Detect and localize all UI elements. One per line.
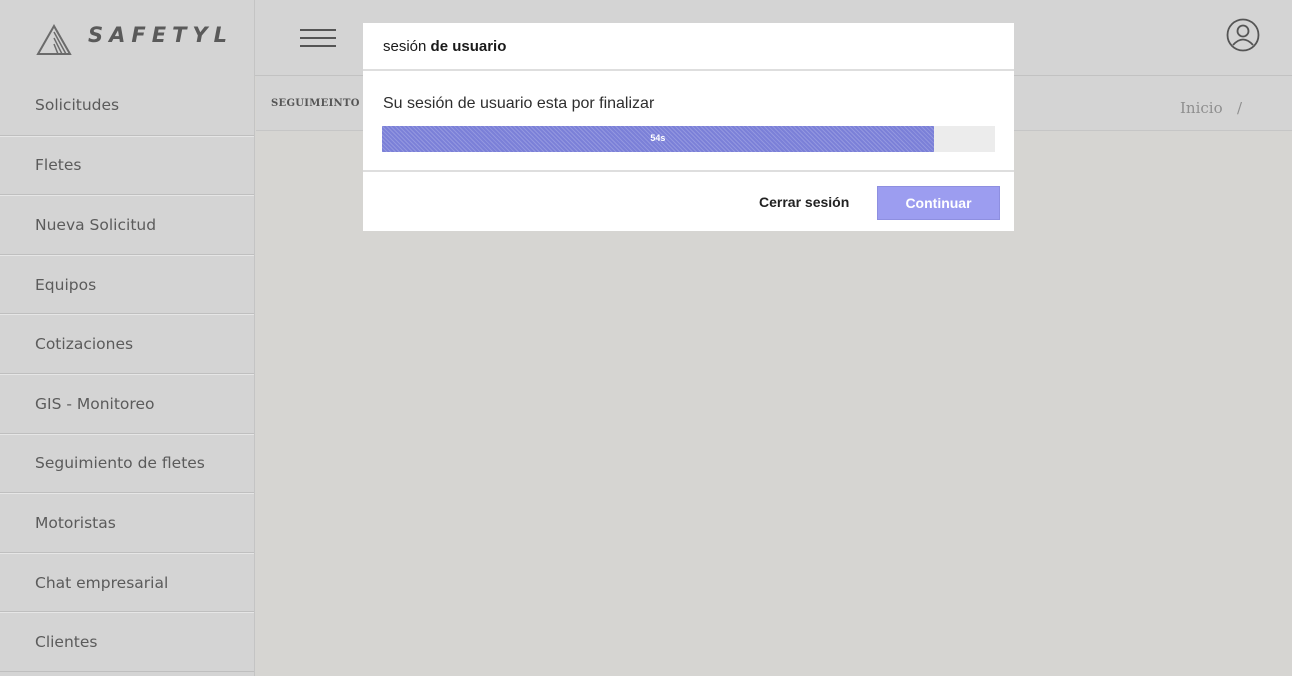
breadcrumb-home-label: Inicio [1180,99,1223,117]
sidebar: Solicitudes Fletes Nueva Solicitud Equip… [0,76,255,676]
dialog-title: sesión de usuario [383,38,506,55]
breadcrumb-home-link[interactable]: Inicio / [1180,99,1242,117]
dialog-body: Su sesión de usuario esta por finalizar … [363,73,1014,172]
session-progress-fill: 54s [382,126,934,152]
session-timeout-dialog: sesión de usuario Su sesión de usuario e… [363,23,1014,231]
brand-name: SAFETYL [88,23,233,47]
sidebar-item-nueva-solicitud[interactable]: Nueva Solicitud [0,195,254,255]
dialog-footer: Cerrar sesión Continuar [363,174,1014,231]
dialog-title-prefix: sesión [383,38,427,55]
sidebar-item-motoristas[interactable]: Motoristas [0,493,254,553]
dialog-title-bold: de usuario [430,38,507,55]
sidebar-item-clientes[interactable]: Clientes [0,612,254,672]
session-progress-bar: 54s [382,126,995,152]
sidebar-item-chat-empresarial[interactable]: Chat empresarial [0,552,254,613]
sidebar-item-gis-monitoreo[interactable]: GIS - Monitoreo [0,373,254,434]
session-message: Su sesión de usuario esta por finalizar [383,95,655,112]
session-countdown: 54s [650,133,666,143]
continue-button[interactable]: Continuar [877,186,1000,220]
page-title: SEGUIMEINTO [271,98,360,109]
hamburger-icon[interactable] [300,26,338,50]
logout-button[interactable]: Cerrar sesión [759,194,849,210]
sidebar-item-solicitudes[interactable]: Solicitudes [0,76,254,136]
dialog-header: sesión de usuario [363,23,1014,71]
user-circle-icon[interactable] [1226,18,1260,52]
triangle-logo-icon [36,24,72,55]
brand[interactable]: SAFETYL [0,0,255,76]
sidebar-item-fletes[interactable]: Fletes [0,135,254,196]
sidebar-item-equipos[interactable]: Equipos [0,254,254,315]
sidebar-item-cotizaciones[interactable]: Cotizaciones [0,314,254,374]
breadcrumb-separator: / [1236,99,1242,117]
sidebar-item-seguimiento-fletes[interactable]: Seguimiento de fletes [0,433,254,494]
